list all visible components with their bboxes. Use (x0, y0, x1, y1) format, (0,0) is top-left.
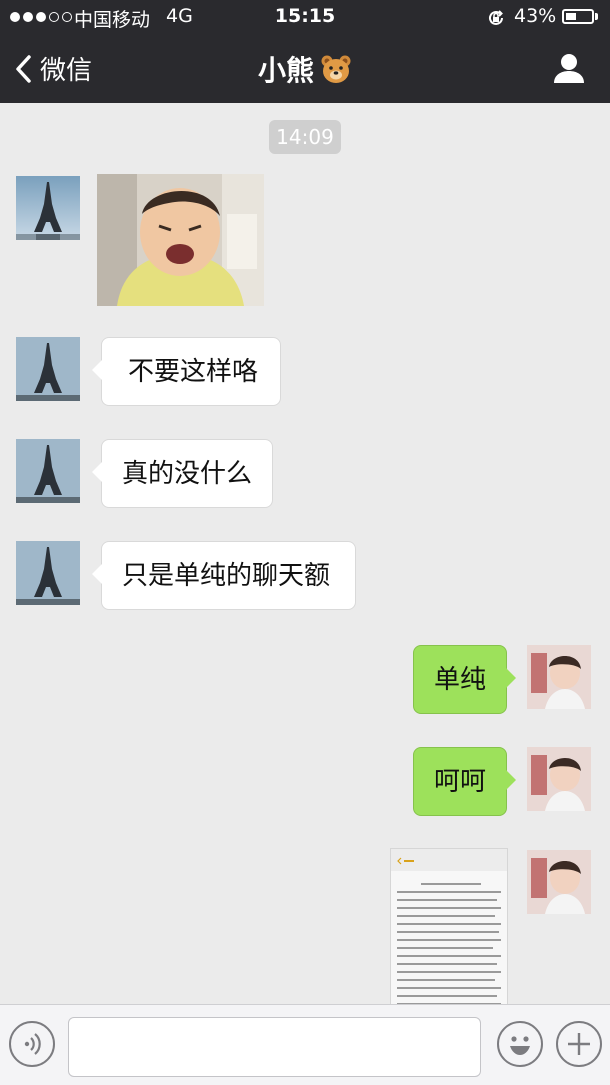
nav-bar: 微信 小熊 (0, 34, 610, 103)
emoji-icon (510, 1036, 530, 1055)
girl-photo-icon (527, 747, 591, 811)
received-message[interactable]: 真的没什么 (92, 439, 273, 508)
sent-message[interactable]: 呵呵 (413, 747, 516, 816)
received-message[interactable]: 只是单纯的聊天额 (92, 541, 356, 610)
battery-percent: 43% (514, 5, 557, 27)
emoji-button[interactable] (497, 1021, 543, 1067)
voice-button[interactable] (9, 1021, 55, 1067)
page-title: 小熊 (257, 53, 314, 87)
my-avatar[interactable] (527, 747, 591, 811)
bear-face-icon (321, 55, 351, 83)
more-button[interactable] (556, 1021, 602, 1067)
voice-icon (24, 1033, 41, 1055)
chat-title: 小熊 (0, 34, 610, 103)
plus-icon (568, 1033, 590, 1055)
status-bar: 中国移动 4G 15:15 43% (0, 0, 610, 34)
sent-message[interactable]: 单纯 (413, 645, 516, 714)
my-avatar[interactable] (527, 850, 591, 914)
girl-photo-icon (527, 850, 591, 914)
received-message[interactable]: 不要这样咯 (92, 337, 281, 406)
eiffel-tower-icon (16, 541, 80, 605)
contact-avatar[interactable] (16, 541, 80, 605)
crying-baby-photo-icon (97, 174, 264, 306)
top-bar: 中国移动 4G 15:15 43% 微信 小熊 (0, 0, 610, 103)
my-avatar[interactable] (527, 645, 591, 709)
eiffel-tower-icon (16, 176, 80, 240)
input-bar (0, 1004, 610, 1085)
sent-image-screenshot[interactable] (390, 848, 508, 1008)
contact-avatar[interactable] (16, 439, 80, 503)
girl-photo-icon (527, 645, 591, 709)
message-timestamp: 14:09 (269, 120, 341, 154)
profile-icon[interactable] (552, 52, 586, 84)
eiffel-tower-icon (16, 439, 80, 503)
battery-icon (562, 9, 594, 24)
rotation-lock-icon (489, 10, 503, 25)
contact-avatar[interactable] (16, 176, 80, 240)
contact-avatar[interactable] (16, 337, 80, 401)
eiffel-tower-icon (16, 337, 80, 401)
received-image-crying-baby[interactable] (97, 174, 264, 306)
message-input[interactable] (68, 1017, 481, 1077)
chat-screenshot-thumbnail-icon (397, 857, 414, 865)
